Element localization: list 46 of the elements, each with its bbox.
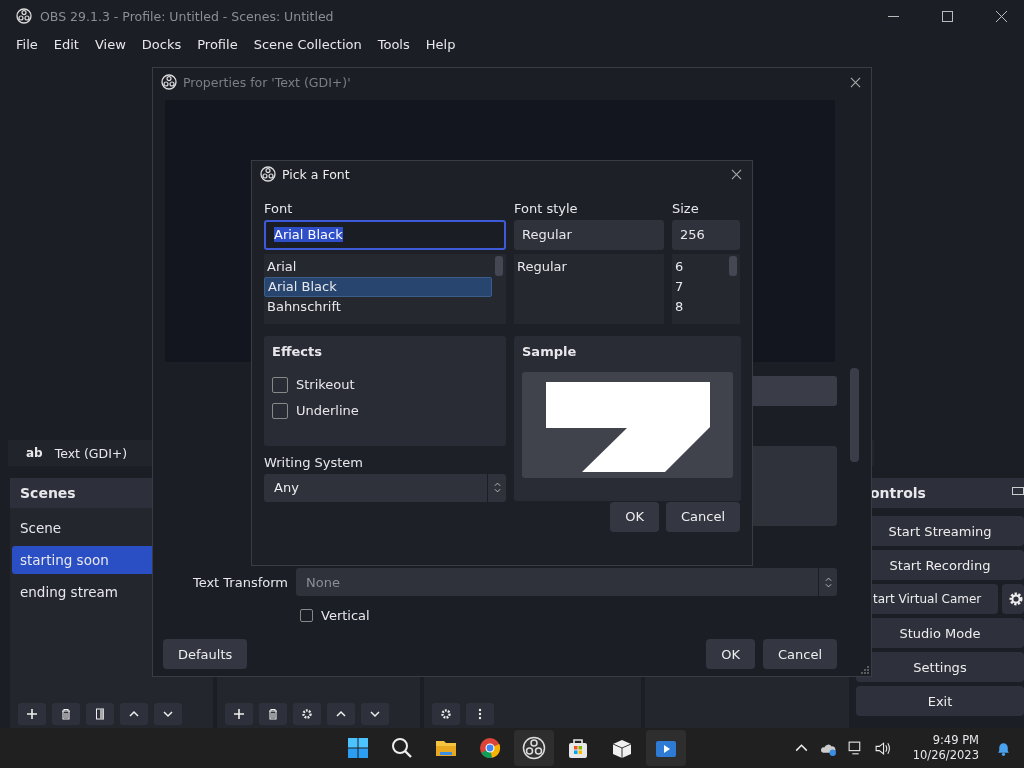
text-source-icon: ab xyxy=(26,446,43,460)
cancel-button[interactable]: Cancel xyxy=(762,639,837,669)
font-style-item[interactable]: Regular xyxy=(514,256,650,277)
dock-title: ontrols xyxy=(870,485,926,501)
font-list-item[interactable]: Bahnschrift xyxy=(264,296,492,317)
field-label: Font xyxy=(264,200,294,219)
menu-item[interactable]: Docks xyxy=(133,36,190,52)
writing-system-dropdown[interactable]: Any xyxy=(264,473,506,502)
menu-item[interactable]: Help xyxy=(417,36,464,52)
field-label: Font style xyxy=(514,200,579,219)
size-input[interactable]: 256 xyxy=(672,219,740,250)
checkbox-label: Vertical xyxy=(321,607,370,623)
group-title: Effects xyxy=(272,343,323,359)
menu-item[interactable]: Tools xyxy=(369,36,418,52)
size-item[interactable]: 7 xyxy=(672,276,726,297)
group-title: Sample xyxy=(522,343,578,359)
clock[interactable]: 9:49 PM 10/26/2023 xyxy=(912,733,979,763)
text-transform-dropdown[interactable]: None xyxy=(296,568,837,596)
menu-item[interactable]: Profile xyxy=(189,36,246,52)
size-item[interactable]: 8 xyxy=(672,296,726,317)
window-title: OBS 29.1.3 - Profile: Untitled - Scenes: Untitled xyxy=(40,8,335,24)
ok-button[interactable]: OK xyxy=(610,501,659,532)
font-input[interactable]: Arial Black xyxy=(264,219,506,250)
font-list-item[interactable]: Arial Black xyxy=(264,276,492,297)
field-label: Writing System xyxy=(264,454,365,473)
dialog-title: Properties for 'Text (GDI+)' xyxy=(183,74,352,90)
ok-button[interactable]: OK xyxy=(706,639,755,669)
menu-item[interactable]: Edit xyxy=(45,36,87,52)
size-item[interactable]: 6 xyxy=(672,256,726,277)
menu-item[interactable]: File xyxy=(8,36,46,52)
font-style-input[interactable]: Regular xyxy=(514,219,664,250)
cancel-button[interactable]: Cancel xyxy=(665,501,740,532)
control-button[interactable]: Exit xyxy=(856,686,1024,716)
checkbox-label: Strikeout xyxy=(296,377,355,393)
menu-item[interactable]: Scene Collection xyxy=(245,36,370,52)
menu-item[interactable]: View xyxy=(86,36,134,52)
defaults-button[interactable]: Defaults xyxy=(163,639,248,669)
checkbox-label: Underline xyxy=(296,403,359,419)
date: 10/26/2023 xyxy=(912,748,979,763)
time: 9:49 PM xyxy=(932,733,979,748)
dialog-title: Pick a Font xyxy=(282,166,351,182)
control-button[interactable]: Settings xyxy=(856,652,1024,682)
font-list-item[interactable]: Arial xyxy=(264,256,492,277)
source-name: Text (GDI+) xyxy=(54,445,128,461)
field-label: Size xyxy=(672,200,700,219)
field-label: Text Transform xyxy=(191,574,288,590)
